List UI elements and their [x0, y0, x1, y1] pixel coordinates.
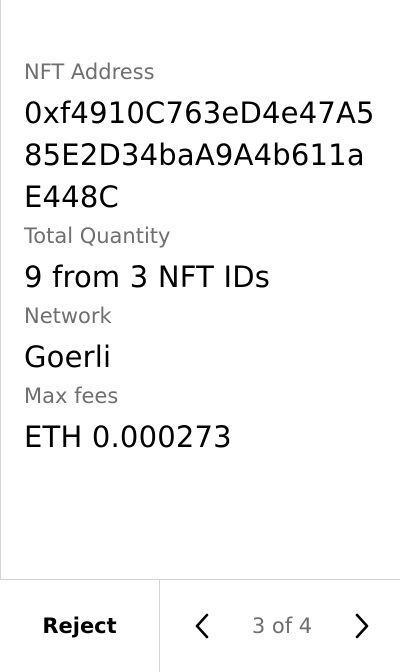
reject-button[interactable]: Reject — [0, 580, 160, 672]
pagination: 3 of 4 — [160, 580, 400, 672]
total-quantity-value: 9 from 3 NFT IDs — [24, 260, 271, 294]
nft-address-label: NFT Address — [24, 60, 155, 84]
network-label: Network — [24, 304, 112, 328]
max-fees-label: Max fees — [24, 384, 119, 408]
chevron-right-icon[interactable] — [348, 606, 376, 646]
nft-address-value: 0xf4910C763eD4e47A585E2D34baA9A4b611aE44… — [24, 96, 375, 214]
chevron-left-icon[interactable] — [188, 606, 216, 646]
network-value: Goerli — [24, 340, 112, 374]
left-border — [0, 0, 1, 672]
max-fees-value: ETH 0.000273 — [24, 420, 232, 454]
footer-bar: Reject 3 of 4 — [0, 579, 400, 672]
total-quantity-label: Total Quantity — [24, 224, 171, 248]
transaction-details: NFT Address 0xf4910C763eD4e47A585E2D34ba… — [24, 58, 384, 462]
page-indicator: 3 of 4 — [251, 614, 313, 638]
